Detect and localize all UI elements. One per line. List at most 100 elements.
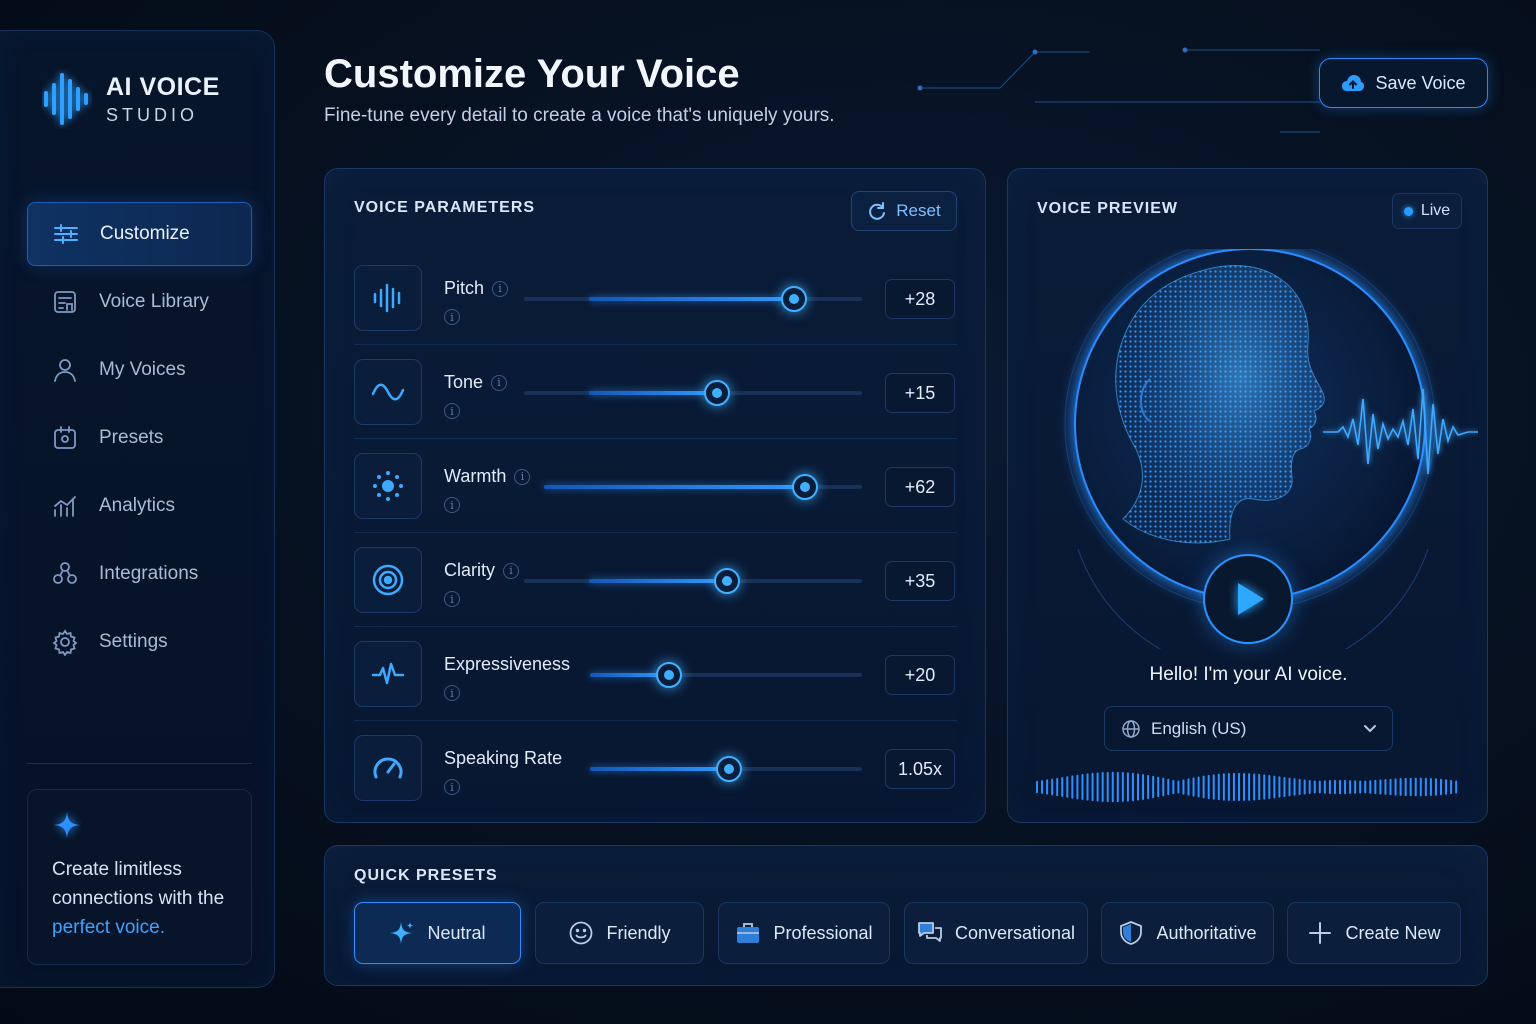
slider-knob[interactable]: [716, 756, 742, 782]
waveform-bar: [1182, 779, 1185, 795]
waveform-bar: [1455, 780, 1458, 794]
waveform-bar: [1111, 771, 1114, 803]
info-icon[interactable]: i: [492, 280, 509, 297]
waveform-bar: [1389, 778, 1392, 796]
param-row-clarity: Clarity i i +35: [354, 533, 957, 627]
waveform-bar: [1177, 780, 1180, 794]
presets-icon: [54, 426, 76, 449]
param-value[interactable]: +15: [885, 373, 955, 413]
param-value[interactable]: +20: [885, 655, 955, 695]
page-title: Customize Your Voice: [324, 52, 740, 96]
preset-label: Conversational: [954, 922, 1076, 943]
waveform-bar: [1278, 776, 1281, 798]
sidebar-item-customize[interactable]: Customize: [27, 202, 252, 266]
waveform-bar: [1364, 780, 1367, 794]
param-value[interactable]: +28: [885, 279, 955, 319]
waveform-bar: [1344, 779, 1347, 795]
slider-knob[interactable]: [792, 474, 818, 500]
promo-accent: perfect voice.: [52, 917, 165, 938]
waveform-logo-icon: [44, 73, 88, 125]
waveform-bar: [1379, 779, 1382, 795]
info-icon[interactable]: i: [444, 309, 460, 325]
waveform-bar: [1359, 780, 1362, 794]
plus-icon: [1309, 922, 1332, 944]
reset-label: Reset: [896, 201, 941, 220]
waveform-bar: [1404, 777, 1407, 797]
slider-knob[interactable]: [714, 568, 740, 594]
param-row-pitch: Pitch i i +28: [354, 251, 957, 345]
preset-conversational-button[interactable]: Conversational: [904, 902, 1088, 964]
slider-fill: [589, 391, 717, 395]
info-icon[interactable]: i: [444, 591, 460, 607]
info-icon[interactable]: i: [444, 779, 460, 795]
info-icon[interactable]: i: [444, 685, 460, 701]
sidebar-item-settings[interactable]: Settings: [27, 610, 252, 674]
waveform-bar: [1197, 776, 1200, 798]
info-icon[interactable]: i: [503, 562, 520, 579]
library-icon: [54, 291, 76, 313]
slider-knob[interactable]: [656, 662, 682, 688]
pitch-slider[interactable]: [524, 286, 862, 312]
tone-slider[interactable]: [524, 380, 862, 406]
reset-button[interactable]: Reset: [851, 191, 957, 231]
param-value[interactable]: +62: [885, 467, 955, 507]
waveform-bar: [1056, 777, 1059, 797]
speedometer-icon: [373, 757, 403, 779]
preset-friendly-button[interactable]: Friendly: [535, 902, 704, 964]
preset-authoritative-button[interactable]: Authoritative: [1101, 902, 1274, 964]
preset-label: Friendly: [606, 922, 671, 943]
expressiveness-slider[interactable]: [590, 662, 862, 688]
waveform-bar: [1268, 774, 1271, 800]
slider-knob[interactable]: [704, 380, 730, 406]
sidebar-item-analytics[interactable]: Analytics: [27, 474, 252, 538]
slider-fill: [544, 485, 805, 489]
waveform-bar: [1258, 773, 1261, 801]
waveform-bar: [1046, 779, 1049, 795]
preset-neutral-button[interactable]: Neutral: [354, 902, 521, 964]
sine-wave-icon: [371, 383, 405, 401]
param-icon: [354, 735, 422, 801]
info-icon[interactable]: i: [444, 403, 460, 419]
param-label: Expressiveness: [444, 654, 571, 674]
waveform-bar: [1207, 774, 1210, 800]
sidebar-item-my-voices[interactable]: My Voices: [27, 338, 252, 402]
voice-parameters-panel: VOICE PARAMETERS Reset Pitch i i +28 Tone…: [324, 168, 986, 823]
sidebar-item-label: Analytics: [99, 495, 176, 516]
save-voice-button[interactable]: Save Voice: [1319, 58, 1488, 108]
heartbeat-icon: [371, 662, 405, 685]
preset-create-new-button[interactable]: Create New: [1287, 902, 1461, 964]
slider-fill: [590, 767, 729, 771]
preset-professional-button[interactable]: Professional: [718, 902, 890, 964]
info-icon[interactable]: i: [491, 374, 508, 391]
sun-icon: [373, 471, 403, 501]
sidebar-item-presets[interactable]: Presets: [27, 406, 252, 470]
slider-knob[interactable]: [781, 286, 807, 312]
waveform-bar: [1354, 780, 1357, 794]
info-icon[interactable]: i: [444, 497, 460, 513]
waveform-bar: [1131, 772, 1134, 802]
param-label: Tone i: [444, 372, 508, 393]
sidebar-item-voice-library[interactable]: Voice Library: [27, 270, 252, 334]
speaking-rate-slider[interactable]: [590, 756, 862, 782]
param-value[interactable]: 1.05x: [885, 749, 955, 789]
waveform-bar: [1399, 778, 1402, 796]
user-icon: [54, 359, 76, 382]
param-value[interactable]: +35: [885, 561, 955, 601]
info-icon[interactable]: i: [514, 468, 531, 485]
language-select[interactable]: English (US): [1104, 706, 1393, 751]
warmth-slider[interactable]: [544, 474, 862, 500]
waveform-bar: [1126, 772, 1129, 802]
sidebar-item-integrations[interactable]: Integrations: [27, 542, 252, 606]
waveform-bar: [1147, 774, 1150, 800]
waveform-bar: [1248, 773, 1251, 801]
waveform-bar: [1369, 780, 1372, 794]
waveform-bar: [1101, 772, 1104, 802]
clarity-slider[interactable]: [524, 568, 862, 594]
shield-icon: [1120, 921, 1143, 945]
waveform-bar: [1202, 775, 1205, 799]
param-label: Speaking Rate: [444, 748, 563, 768]
param-label: Warmth i: [444, 466, 531, 487]
waveform-bar: [1187, 778, 1190, 796]
play-button[interactable]: [1203, 554, 1293, 644]
waveform-bar: [1137, 773, 1139, 801]
